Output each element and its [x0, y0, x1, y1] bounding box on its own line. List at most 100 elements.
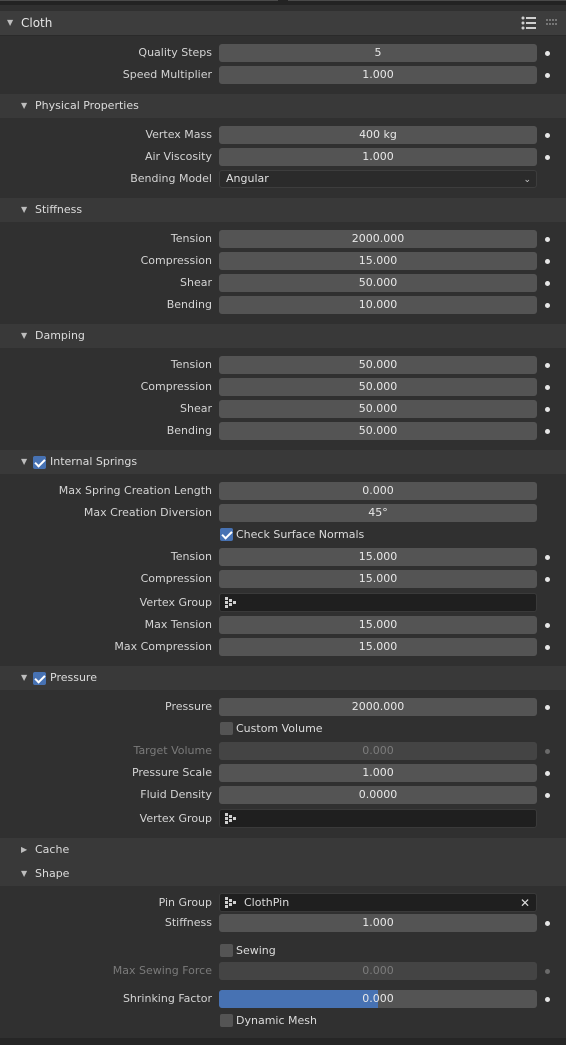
bending-model-select[interactable]: Angular ⌄	[219, 170, 537, 188]
collapse-triangle-icon[interactable]: ▼	[21, 457, 27, 466]
keyframe-dot-icon[interactable]	[545, 363, 550, 368]
pressure-label: Pressure	[165, 700, 212, 713]
air-viscosity-value: 1.000	[362, 150, 394, 163]
cache-header[interactable]: ▶ Cache	[0, 838, 566, 862]
stiffness-shear-field[interactable]: 50.000	[219, 274, 537, 292]
max-tension-field[interactable]: 15.000	[219, 616, 537, 634]
keyframe-dot-icon[interactable]	[545, 921, 550, 926]
keyframe-dot-icon[interactable]	[545, 997, 550, 1002]
air-viscosity-field[interactable]: 1.000	[219, 148, 537, 166]
keyframe-dot-icon[interactable]	[545, 51, 550, 56]
keyframe-dot-icon[interactable]	[545, 429, 550, 434]
max-diversion-field[interactable]: 45°	[219, 504, 537, 522]
dynamic-mesh-row[interactable]: Dynamic Mesh	[220, 1012, 317, 1030]
shape-stiffness-field[interactable]: 1.000	[219, 914, 537, 932]
max-diversion-label: Max Creation Diversion	[83, 506, 212, 519]
stiffness-bending-field[interactable]: 10.000	[219, 296, 537, 314]
keyframe-dot-icon[interactable]	[545, 155, 550, 160]
custom-volume-checkbox[interactable]	[220, 721, 233, 735]
dynamic-mesh-checkbox[interactable]	[220, 1013, 233, 1027]
sewing-checkbox[interactable]	[220, 943, 233, 957]
keyframe-dot-icon[interactable]	[545, 385, 550, 390]
damping-bending-value: 50.000	[358, 424, 398, 437]
sewing-label: Sewing	[236, 944, 276, 957]
expand-triangle-icon[interactable]: ▶	[21, 845, 27, 854]
keyframe-dot-icon[interactable]	[545, 303, 550, 308]
keyframe-dot-icon[interactable]	[545, 555, 550, 560]
springs-compression-field[interactable]: 15.000	[219, 570, 537, 588]
collapse-triangle-icon[interactable]: ▼	[21, 101, 27, 110]
physical-properties-header[interactable]: ▼ Physical Properties	[0, 94, 566, 118]
keyframe-dot-icon[interactable]	[545, 73, 550, 78]
max-spring-length-value: 0.000	[362, 484, 394, 497]
keyframe-dot-icon[interactable]	[545, 259, 550, 264]
keyframe-dot-icon[interactable]	[545, 623, 550, 628]
section-title: Physical Properties	[35, 99, 139, 112]
max-diversion-value: 45°	[368, 506, 388, 519]
keyframe-dot-icon[interactable]	[545, 281, 550, 286]
quality-steps-field[interactable]: 5	[219, 44, 537, 62]
pressure-field[interactable]: 2000.000	[219, 698, 537, 716]
pressure-vertex-group-field[interactable]	[219, 809, 537, 828]
fluid-density-field[interactable]: 0.0000	[219, 786, 537, 804]
stiffness-compression-field[interactable]: 15.000	[219, 252, 537, 270]
damping-compression-value: 50.000	[358, 380, 398, 393]
keyframe-dot-icon[interactable]	[545, 577, 550, 582]
damping-tension-field[interactable]: 50.000	[219, 356, 537, 374]
keyframe-dot-icon[interactable]	[545, 793, 550, 798]
damping-tension-value: 50.000	[358, 358, 398, 371]
keyframe-dot-icon[interactable]	[545, 237, 550, 242]
stiffness-bending-value: 10.000	[358, 298, 398, 311]
keyframe-dot-icon[interactable]	[545, 407, 550, 412]
internal-springs-header[interactable]: ▼ Internal Springs	[0, 450, 566, 474]
shrinking-factor-slider[interactable]: 0.000	[219, 990, 537, 1008]
max-tension-value: 15.000	[358, 618, 398, 631]
custom-volume-row[interactable]: Custom Volume	[220, 720, 323, 738]
springs-vertex-group-field[interactable]	[219, 593, 537, 612]
list-icon[interactable]	[521, 16, 537, 30]
pressure-header[interactable]: ▼ Pressure	[0, 666, 566, 690]
dynamic-mesh-label: Dynamic Mesh	[236, 1014, 317, 1027]
collapse-triangle-icon[interactable]: ▼	[21, 331, 27, 340]
vertex-group-icon	[225, 597, 236, 608]
keyframe-dot-icon[interactable]	[545, 133, 550, 138]
keyframe-dot-icon[interactable]	[545, 705, 550, 710]
internal-springs-checkbox[interactable]	[33, 455, 46, 469]
pressure-checkbox[interactable]	[33, 671, 46, 685]
damping-header[interactable]: ▼ Damping	[0, 324, 566, 348]
damping-bending-field[interactable]: 50.000	[219, 422, 537, 440]
damping-shear-field[interactable]: 50.000	[219, 400, 537, 418]
speed-multiplier-field[interactable]: 1.000	[219, 66, 537, 84]
collapse-triangle-icon[interactable]: ▼	[21, 205, 27, 214]
close-icon[interactable]: ✕	[520, 894, 530, 911]
damping-compression-field[interactable]: 50.000	[219, 378, 537, 396]
check-surface-normals-checkbox[interactable]	[220, 527, 233, 541]
springs-tension-field[interactable]: 15.000	[219, 548, 537, 566]
keyframe-dot-icon[interactable]	[545, 771, 550, 776]
stiffness-header[interactable]: ▼ Stiffness	[0, 198, 566, 222]
air-viscosity-label: Air Viscosity	[144, 150, 212, 163]
fluid-density-value: 0.0000	[358, 788, 398, 801]
section-title: Cache	[35, 843, 70, 856]
sewing-row[interactable]: Sewing	[220, 942, 276, 960]
pressure-scale-field[interactable]: 1.000	[219, 764, 537, 782]
shape-header[interactable]: ▼ Shape	[0, 862, 566, 886]
grip-icon[interactable]	[546, 19, 558, 27]
vertex-mass-value: 400 kg	[359, 128, 397, 141]
stiffness-tension-field[interactable]: 2000.000	[219, 230, 537, 248]
vertex-mass-field[interactable]: 400 kg	[219, 126, 537, 144]
stiffness-tension-value: 2000.000	[351, 232, 405, 245]
check-surface-normals-row[interactable]: Check Surface Normals	[220, 526, 364, 544]
collapse-triangle-icon[interactable]: ▼	[21, 869, 27, 878]
max-compression-field[interactable]: 15.000	[219, 638, 537, 656]
shrinking-factor-value: 0.000	[362, 992, 394, 1005]
cloth-panel-header[interactable]: ▼ Cloth	[0, 11, 566, 36]
keyframe-dot-icon[interactable]	[545, 645, 550, 650]
keyframe-dot-icon	[545, 749, 550, 754]
damping-shear-label: Shear	[180, 402, 212, 415]
max-spring-length-field[interactable]: 0.000	[219, 482, 537, 500]
collapse-triangle-icon[interactable]: ▼	[7, 18, 13, 27]
collapse-triangle-icon[interactable]: ▼	[21, 673, 27, 682]
slider-fill	[219, 990, 378, 1008]
pin-group-field[interactable]: ClothPin ✕	[219, 893, 537, 912]
